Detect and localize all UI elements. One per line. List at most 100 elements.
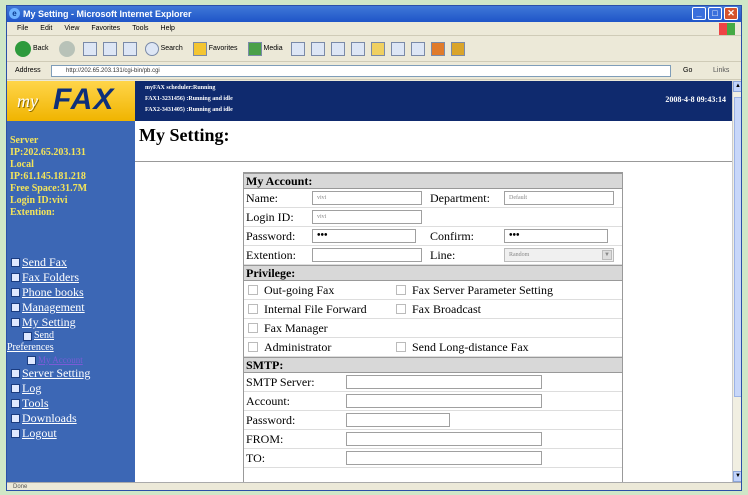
scroll-thumb[interactable] — [734, 97, 741, 397]
sidebar-item-phone-books[interactable]: Phone books — [7, 285, 135, 300]
smtp-from-input[interactable] — [346, 432, 542, 446]
smtp-server-row: SMTP Server: — [244, 373, 622, 392]
messenger-icon[interactable] — [390, 41, 405, 56]
address-input[interactable]: http://202.65.203.131/cgi-bin/pb.cgi — [51, 65, 671, 77]
sidebar-item-management[interactable]: Management — [7, 300, 135, 315]
privilege-row: Out-going Fax Fax Server Parameter Setti… — [244, 281, 622, 300]
search-label: Search — [160, 45, 183, 52]
sidebar-item-my-account[interactable]: My Account — [7, 354, 135, 366]
folder-icon[interactable] — [370, 41, 385, 56]
privilege-checkbox[interactable] — [248, 285, 258, 295]
window-controls: _ □ ✕ — [692, 7, 738, 20]
close-button[interactable]: ✕ — [724, 7, 738, 20]
sidebar-item-send-fax[interactable]: Send Fax — [7, 255, 135, 270]
shield-icon[interactable] — [430, 41, 445, 56]
smtp-to-input[interactable] — [346, 451, 542, 465]
search-button[interactable]: Search — [143, 39, 185, 59]
favorites-button[interactable]: Favorites — [191, 39, 240, 59]
sidebar-item-server-setting[interactable]: Server Setting — [7, 366, 135, 381]
menu-edit[interactable]: Edit — [40, 22, 52, 35]
scroll-down-icon[interactable]: ▼ — [733, 471, 741, 482]
server-info: Server IP:202.65.203.131 Local IP:61.145… — [10, 135, 87, 219]
menu-bar: File Edit View Favorites Tools Help — [7, 22, 741, 36]
extention-input[interactable] — [312, 248, 422, 262]
info-line: Server — [10, 135, 39, 146]
sidebar-item-fax-folders[interactable]: Fax Folders — [7, 270, 135, 285]
sidebar-item-send[interactable]: Send — [7, 330, 135, 342]
password-input[interactable]: ••• — [312, 229, 416, 243]
confirm-label: Confirm: — [430, 229, 474, 243]
sidebar-item-log[interactable]: Log — [7, 381, 135, 396]
smtp-password-row: Password: — [244, 411, 622, 430]
info-line: IP:61.145.181.218 — [10, 171, 86, 182]
log-icon — [11, 384, 20, 393]
password-row: Password: ••• Confirm: ••• — [244, 227, 622, 246]
edit-icon[interactable] — [350, 41, 365, 56]
sidebar-item-preferences[interactable]: Preferences — [7, 342, 135, 354]
refresh-icon[interactable] — [102, 41, 117, 56]
vertical-scrollbar[interactable]: ▲ ▼ — [732, 81, 741, 482]
sidebar-item-label: My Account — [38, 355, 83, 365]
smtp-server-input[interactable] — [346, 375, 542, 389]
menu-favorites[interactable]: Favorites — [91, 22, 120, 35]
history-icon[interactable] — [290, 41, 305, 56]
forward-button[interactable] — [57, 39, 77, 59]
plugin-icon[interactable] — [450, 41, 465, 56]
send-icon — [23, 331, 32, 341]
password-label: Password: — [246, 229, 296, 243]
sidebar-item-downloads[interactable]: Downloads — [7, 411, 135, 426]
smtp-server-label: SMTP Server: — [246, 375, 315, 389]
privilege-checkbox[interactable] — [248, 323, 258, 333]
links-button[interactable]: Links — [713, 65, 729, 77]
mail-icon[interactable] — [310, 41, 325, 56]
info-line: Extention: — [10, 207, 55, 218]
stop-icon[interactable] — [82, 41, 97, 56]
menu-view[interactable]: View — [64, 22, 79, 35]
privilege-row: Internal File Forward Fax Broadcast — [244, 300, 622, 319]
privilege-item: Fax Broadcast — [412, 302, 481, 316]
logo-fax: FAX — [53, 83, 115, 116]
sidebar-item-label: Logout — [22, 426, 57, 440]
smtp-account-row: Account: — [244, 392, 622, 411]
sidebar-item-tools[interactable]: Tools — [7, 396, 135, 411]
line-select[interactable]: Random ▼ — [504, 248, 614, 262]
sidebar-item-logout[interactable]: Logout — [7, 426, 135, 441]
privilege-checkbox[interactable] — [396, 342, 406, 352]
folder-icon — [11, 273, 20, 282]
info-line: Local — [10, 159, 34, 170]
sidebar-item-label: My Setting — [22, 315, 76, 329]
sidebar-item-my-setting[interactable]: My Setting — [7, 315, 135, 330]
home-icon[interactable] — [122, 41, 137, 56]
server-icon — [11, 369, 20, 378]
name-input[interactable]: vivi — [312, 191, 422, 205]
settings-form: My Account: Name: vivi Department: Defau… — [243, 172, 623, 482]
login-id-input[interactable]: vivi — [312, 210, 422, 224]
send-fax-icon — [11, 258, 20, 267]
smtp-password-input[interactable] — [346, 413, 450, 427]
go-button[interactable]: Go — [683, 65, 692, 77]
confirm-input[interactable]: ••• — [504, 229, 608, 243]
favorites-label: Favorites — [208, 45, 238, 52]
menu-tools[interactable]: Tools — [132, 22, 148, 35]
menu-file[interactable]: File — [17, 22, 28, 35]
department-input[interactable]: Default — [504, 191, 614, 205]
sidebar-item-label: Tools — [22, 396, 49, 410]
smtp-account-input[interactable] — [346, 394, 542, 408]
research-icon[interactable] — [410, 41, 425, 56]
privilege-row: Administrator Send Long-distance Fax — [244, 338, 622, 357]
maximize-button[interactable]: □ — [708, 7, 722, 20]
privilege-checkbox[interactable] — [396, 285, 406, 295]
privilege-checkbox[interactable] — [248, 342, 258, 352]
privilege-checkbox[interactable] — [396, 304, 406, 314]
media-icon — [247, 41, 262, 56]
smtp-heading: SMTP: — [244, 357, 622, 373]
minimize-button[interactable]: _ — [692, 7, 706, 20]
media-button[interactable]: Media — [246, 39, 285, 59]
back-button[interactable]: Back — [13, 39, 51, 59]
status-line: FAX1-3231456) :Running and idle — [145, 96, 233, 102]
sidebar: Server IP:202.65.203.131 Local IP:61.145… — [7, 121, 135, 482]
print-icon[interactable] — [330, 41, 345, 56]
scroll-up-icon[interactable]: ▲ — [733, 81, 741, 92]
privilege-checkbox[interactable] — [248, 304, 258, 314]
menu-help[interactable]: Help — [161, 22, 175, 35]
